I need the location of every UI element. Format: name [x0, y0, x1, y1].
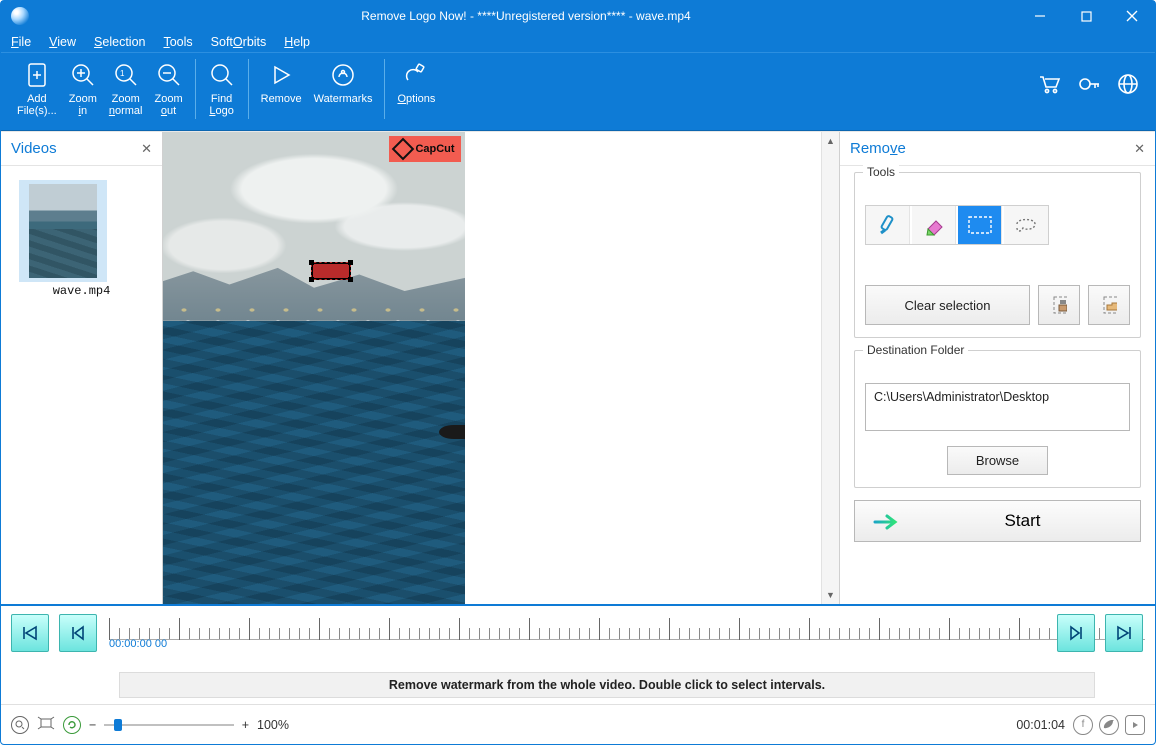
- app-icon: [11, 7, 29, 25]
- videos-panel: Videos ✕ wave.mp4: [1, 132, 163, 604]
- next-frame-button[interactable]: [1057, 614, 1095, 652]
- menu-selection[interactable]: Selection: [94, 35, 145, 49]
- videos-close-icon[interactable]: ✕: [141, 141, 152, 157]
- menu-tools[interactable]: Tools: [163, 35, 192, 49]
- status-bar: − + 100% 00:01:04 f: [1, 704, 1155, 744]
- watermarks-icon: [329, 61, 357, 89]
- selection-rect[interactable]: [311, 262, 351, 280]
- add-file-icon: [23, 61, 51, 89]
- cart-icon[interactable]: [1037, 73, 1061, 100]
- timecode: 00:00:00 00: [109, 638, 167, 650]
- remove-panel: Remove ✕ Tools Clear selection: [839, 132, 1155, 604]
- tool-zoom-in[interactable]: Zoomin: [63, 59, 103, 119]
- save-selection-button[interactable]: [1038, 285, 1080, 325]
- options-icon: [402, 61, 430, 89]
- thumb-label: wave.mp4: [19, 284, 144, 298]
- minimize-button[interactable]: [1017, 1, 1063, 31]
- svg-text:1: 1: [120, 69, 125, 78]
- toolbar: AddFile(s)... Zoomin 1 Zoomnormal Zoomou…: [1, 53, 1155, 131]
- twitter-icon[interactable]: [1099, 715, 1119, 735]
- tool-find-logo[interactable]: FindLogo: [202, 59, 242, 119]
- tools-group: Tools Clear selection: [854, 172, 1141, 338]
- start-arrow-icon: [873, 513, 895, 529]
- zoom-out-status-icon[interactable]: [11, 716, 29, 734]
- maximize-button[interactable]: [1063, 1, 1109, 31]
- scroll-down-icon[interactable]: ▼: [822, 586, 839, 604]
- start-label: Start: [923, 511, 1122, 531]
- main-area: Videos ✕ wave.mp4 CapCut ▲ ▼ Remove ✕: [1, 131, 1155, 604]
- skip-end-button[interactable]: [1105, 614, 1143, 652]
- zoom-slider[interactable]: − +: [89, 718, 249, 732]
- play-icon: [267, 61, 295, 89]
- tool-eraser[interactable]: [912, 206, 956, 244]
- open-selection-button[interactable]: [1088, 285, 1130, 325]
- refresh-icon[interactable]: [63, 716, 81, 734]
- menu-softorbits[interactable]: SoftOrbits: [211, 35, 267, 49]
- tool-remove[interactable]: Remove: [255, 59, 308, 107]
- videos-title: Videos: [11, 140, 141, 157]
- zoom-value: 100%: [257, 718, 289, 732]
- minus-icon[interactable]: −: [89, 718, 96, 732]
- remove-close-icon[interactable]: ✕: [1134, 141, 1145, 157]
- clear-selection-button[interactable]: Clear selection: [865, 285, 1030, 325]
- globe-icon[interactable]: [1117, 73, 1139, 100]
- tool-watermarks[interactable]: Watermarks: [308, 59, 379, 107]
- menu-file[interactable]: File: [11, 35, 31, 49]
- zoom-normal-icon: 1: [112, 61, 140, 89]
- capcut-logo-overlay: CapCut: [389, 136, 461, 162]
- timeline: 00:00:00 00 Remove watermark from the wh…: [1, 604, 1155, 704]
- tool-add-files[interactable]: AddFile(s)...: [11, 59, 63, 119]
- browse-button[interactable]: Browse: [947, 446, 1048, 475]
- start-button[interactable]: Start: [854, 500, 1141, 542]
- timeline-track[interactable]: 00:00:00 00: [109, 616, 1145, 640]
- video-preview-area: CapCut ▲ ▼: [163, 132, 839, 604]
- close-button[interactable]: [1109, 1, 1155, 31]
- menu-view[interactable]: View: [49, 35, 76, 49]
- menu-help[interactable]: Help: [284, 35, 310, 49]
- tool-lasso[interactable]: [1004, 206, 1048, 244]
- tool-rectangle-select[interactable]: [958, 206, 1002, 244]
- dest-legend: Destination Folder: [863, 343, 968, 357]
- ruler: [109, 616, 1145, 640]
- menubar: File View Selection Tools SoftOrbits Hel…: [1, 31, 1155, 53]
- destination-group: Destination Folder Browse: [854, 350, 1141, 488]
- zoom-out-icon: [155, 61, 183, 89]
- prev-frame-button[interactable]: [59, 614, 97, 652]
- timeline-hint[interactable]: Remove watermark from the whole video. D…: [119, 672, 1095, 698]
- skip-start-button[interactable]: [11, 614, 49, 652]
- scroll-up-icon[interactable]: ▲: [822, 132, 839, 150]
- plus-icon[interactable]: +: [242, 718, 249, 732]
- tool-options[interactable]: Options: [391, 59, 441, 107]
- vertical-scrollbar[interactable]: ▲ ▼: [821, 132, 839, 604]
- tool-zoom-normal[interactable]: 1 Zoomnormal: [103, 59, 149, 119]
- titlebar: Remove Logo Now! - ****Unregistered vers…: [1, 1, 1155, 31]
- video-thumbnail[interactable]: [19, 180, 107, 282]
- tool-marker[interactable]: [866, 206, 910, 244]
- jet-ski: [439, 425, 465, 439]
- zoom-in-icon: [69, 61, 97, 89]
- remove-title: Remove: [850, 140, 1134, 157]
- tool-zoom-out[interactable]: Zoomout: [149, 59, 189, 119]
- duration-value: 00:01:04: [1016, 718, 1065, 732]
- facebook-icon[interactable]: f: [1073, 715, 1093, 735]
- find-logo-icon: [208, 61, 236, 89]
- window-title: Remove Logo Now! - ****Unregistered vers…: [35, 9, 1017, 23]
- key-icon[interactable]: [1077, 73, 1101, 100]
- tools-legend: Tools: [863, 165, 899, 179]
- video-frame[interactable]: CapCut: [163, 132, 465, 604]
- fit-icon[interactable]: [37, 716, 55, 733]
- youtube-icon[interactable]: [1125, 715, 1145, 735]
- dest-path-input[interactable]: [865, 383, 1130, 431]
